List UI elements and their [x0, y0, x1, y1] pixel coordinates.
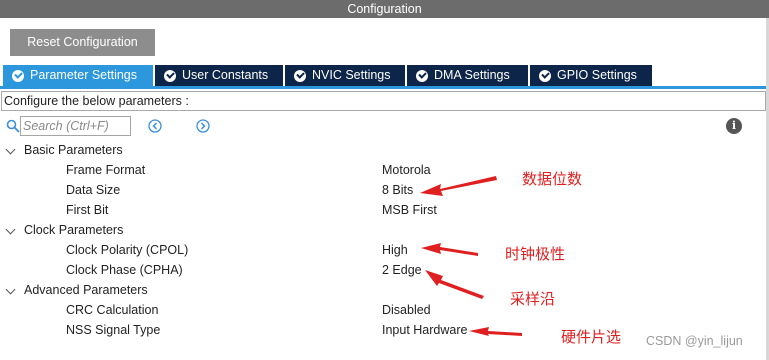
- info-icon[interactable]: i: [726, 118, 742, 134]
- tab-gpio-settings[interactable]: GPIO Settings: [530, 65, 654, 86]
- param-row-clock-polarity[interactable]: Clock Polarity (CPOL) High: [0, 240, 766, 260]
- param-value[interactable]: Motorola: [382, 160, 431, 180]
- param-row-first-bit[interactable]: First Bit MSB First: [0, 200, 766, 220]
- chevron-right-icon[interactable]: [196, 119, 210, 133]
- tab-dma-settings[interactable]: DMA Settings: [407, 65, 530, 86]
- tab-nvic-settings[interactable]: NVIC Settings: [285, 65, 407, 86]
- check-circle-icon: [416, 69, 428, 82]
- group-advanced-parameters[interactable]: Advanced Parameters: [0, 280, 766, 300]
- param-value[interactable]: MSB First: [382, 200, 437, 220]
- param-name: Frame Format: [66, 163, 146, 177]
- tab-label: NVIC Settings: [312, 68, 391, 82]
- param-value[interactable]: Disabled: [382, 300, 431, 320]
- tab-bar: Parameter Settings User Constants NVIC S…: [3, 65, 654, 86]
- group-basic-parameters[interactable]: Basic Parameters: [0, 140, 766, 160]
- param-value[interactable]: Input Hardware: [382, 320, 467, 340]
- param-row-frame-format[interactable]: Frame Format Motorola: [0, 160, 766, 180]
- param-name: First Bit: [66, 203, 109, 217]
- group-label: Advanced Parameters: [24, 283, 148, 297]
- search-icon[interactable]: [6, 119, 20, 133]
- tab-parameter-settings[interactable]: Parameter Settings: [3, 65, 155, 86]
- param-row-crc-calculation[interactable]: CRC Calculation Disabled: [0, 300, 766, 320]
- tab-label: User Constants: [182, 68, 269, 82]
- tab-label: Parameter Settings: [30, 68, 137, 82]
- tab-user-constants[interactable]: User Constants: [155, 65, 285, 86]
- annotation-cpol: 时钟极性: [505, 245, 566, 263]
- param-value[interactable]: 8 Bits: [382, 180, 413, 200]
- check-circle-icon: [539, 69, 551, 82]
- group-label: Clock Parameters: [24, 223, 124, 237]
- param-row-clock-phase[interactable]: Clock Phase (CPHA) 2 Edge: [0, 260, 766, 280]
- chevron-down-icon[interactable]: [5, 224, 16, 235]
- chevron-down-icon[interactable]: [5, 144, 16, 155]
- check-circle-icon: [12, 69, 24, 82]
- param-name: Data Size: [66, 183, 121, 197]
- param-name: Clock Polarity (CPOL): [66, 243, 189, 257]
- tab-label: DMA Settings: [434, 68, 510, 82]
- annotation-cpha: 采样沿: [510, 290, 556, 308]
- annotation-nss: 硬件片选: [561, 328, 622, 346]
- chevron-down-icon[interactable]: [5, 284, 16, 295]
- param-name: NSS Signal Type: [66, 323, 161, 337]
- check-circle-icon: [294, 69, 306, 82]
- group-label: Basic Parameters: [24, 143, 123, 157]
- param-name: Clock Phase (CPHA): [66, 263, 183, 277]
- param-row-data-size[interactable]: Data Size 8 Bits: [0, 180, 766, 200]
- watermark: CSDN @yin_lijun: [646, 334, 743, 348]
- group-clock-parameters[interactable]: Clock Parameters: [0, 220, 766, 240]
- param-value[interactable]: High: [382, 240, 408, 260]
- param-name: CRC Calculation: [66, 303, 159, 317]
- tab-label: GPIO Settings: [557, 68, 637, 82]
- reset-configuration-button[interactable]: Reset Configuration: [10, 29, 155, 56]
- annotation-data-size: 数据位数: [522, 170, 583, 188]
- check-circle-icon: [164, 69, 176, 82]
- chevron-left-icon[interactable]: [148, 119, 162, 133]
- search-input[interactable]: [20, 116, 131, 136]
- tab-underline: [0, 86, 766, 89]
- window-title: Configuration: [0, 0, 769, 18]
- param-value[interactable]: 2 Edge: [382, 260, 422, 280]
- configure-hint: Configure the below parameters :: [1, 91, 766, 111]
